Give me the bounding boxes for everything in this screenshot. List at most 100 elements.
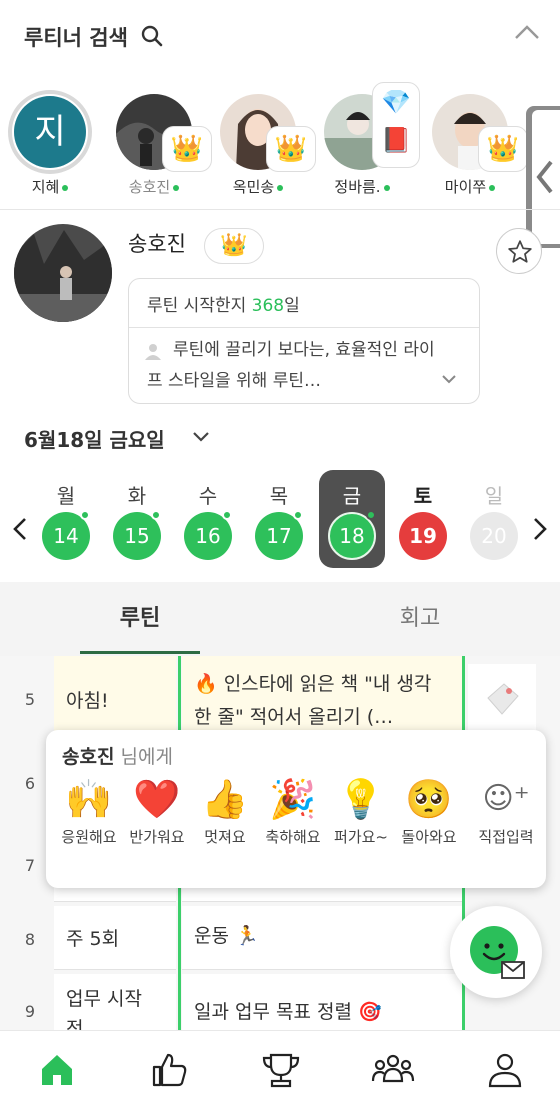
activity-dot <box>151 510 161 520</box>
friend-name: 지혜 <box>0 176 100 197</box>
divider <box>0 209 560 210</box>
bottom-nav <box>0 1030 560 1114</box>
header: 루티너 검색 <box>0 0 560 72</box>
reaction-label: 퍼가요~ <box>334 828 388 846</box>
row-number: 7 <box>24 856 36 875</box>
chevron-up-icon[interactable] <box>512 20 542 44</box>
day-fri-selected[interactable]: 금 18 <box>319 470 385 568</box>
chevron-right-icon[interactable] <box>530 516 550 542</box>
weekday-label: 월 <box>56 484 76 508</box>
online-dot <box>173 184 180 191</box>
row-number: 6 <box>24 774 36 793</box>
day-thu[interactable]: 목 17 <box>246 470 312 568</box>
table-row[interactable]: 5 아침! 🔥 인스타에 읽은 책 "내 생각 한 줄" 적어서 올리기 (… <box>0 656 560 740</box>
online-dot <box>62 184 69 191</box>
weekday-label: 수 <box>198 484 218 508</box>
reaction-cheer[interactable]: 🙌 응원해요 <box>54 774 124 884</box>
activity-dot <box>222 510 232 520</box>
reaction-comeback[interactable]: 🥺 돌아와요 <box>394 774 464 884</box>
crown-badge[interactable]: 👑 <box>204 228 264 264</box>
day-wed[interactable]: 수 16 <box>175 470 241 568</box>
profile-icon[interactable] <box>482 1047 528 1093</box>
search-icon[interactable] <box>140 24 164 48</box>
day-mon[interactable]: 월 14 <box>33 470 99 568</box>
chevron-down-icon[interactable] <box>441 373 457 385</box>
reaction-congrats[interactable]: 🎉 축하해요 <box>258 774 328 884</box>
friend-item[interactable]: 💎 📕 정바름. <box>312 82 420 204</box>
reaction-share[interactable]: 💡 퍼가요~ <box>326 774 396 884</box>
star-icon <box>508 240 532 263</box>
day-tue[interactable]: 화 15 <box>104 470 170 568</box>
friend-item[interactable]: 👑 송호진 <box>104 84 212 204</box>
active-tab-indicator <box>80 651 200 654</box>
friend-name: 송호진 <box>104 176 204 197</box>
pleading-face-icon: 🥺 <box>405 777 453 821</box>
chevron-left-icon[interactable] <box>10 516 30 542</box>
friends-strip: 지 지혜 👑 송호진 👑 옥민송 💎 📕 정바름. 👑 마이쭈 <box>0 82 560 204</box>
activity-dot <box>366 510 376 520</box>
chevron-down-icon[interactable] <box>192 430 210 444</box>
row-number: 5 <box>24 690 36 709</box>
reaction-welcome[interactable]: ❤️ 반가워요 <box>122 774 192 884</box>
favorite-button[interactable] <box>496 228 542 274</box>
profile-name: 송호진 <box>128 232 186 256</box>
party-popper-icon: 🎉 <box>269 777 317 821</box>
thumbs-up-icon[interactable] <box>146 1047 192 1093</box>
profile-bio: 루틴에 끌리기 보다는, 효율적인 라이프 스타일을 위해 루틴… <box>147 340 435 391</box>
reaction-label: 축하해요 <box>265 828 321 846</box>
friend-item-me[interactable]: 지 지혜 <box>0 84 100 204</box>
tag-icon <box>487 683 519 715</box>
friend-item[interactable]: 👑 마이쭈 <box>420 84 528 204</box>
friend-name: 정바름. <box>312 176 412 197</box>
day-number: 20 <box>470 512 518 560</box>
routine-info-card[interactable]: 루틴 시작한지 368일 루틴에 끌리기 보다는, 효율적인 라이프 스타일을 … <box>128 278 480 404</box>
reaction-great[interactable]: 👍 멋져요 <box>190 774 260 884</box>
activity-dot <box>293 510 303 520</box>
tab-routine[interactable]: 루틴 <box>40 600 240 632</box>
crown-badge: 👑 <box>266 126 316 172</box>
reaction-label: 직접입력 <box>478 828 534 846</box>
avatar: 지 <box>14 96 86 168</box>
friend-name: 옥민송 <box>208 176 308 197</box>
date-title[interactable]: 6월18일 금요일 <box>24 424 165 453</box>
online-dot <box>277 184 284 191</box>
reaction-label: 멋져요 <box>204 828 246 846</box>
row-reaction-cell[interactable] <box>468 664 536 734</box>
home-icon[interactable] <box>34 1047 80 1093</box>
light-bulb-icon: 💡 <box>337 777 385 821</box>
day-number: 19 <box>399 512 447 560</box>
smile-mail-icon <box>470 926 525 979</box>
group-icon[interactable] <box>370 1047 416 1093</box>
routine-days: 루틴 시작한지 368일 <box>147 296 300 316</box>
row-time: 주 5회 <box>54 906 176 970</box>
trophy-icon[interactable] <box>258 1047 304 1093</box>
row-time: 아침! <box>54 656 176 740</box>
row-number: 9 <box>24 1002 36 1021</box>
profile-photo[interactable] <box>14 224 112 322</box>
reaction-label: 반가워요 <box>129 828 185 846</box>
weekday-label: 화 <box>127 484 147 508</box>
thumbs-up-icon: 👍 <box>201 777 249 821</box>
day-sat[interactable]: 토 19 <box>390 470 456 568</box>
row-task: 🔥 인스타에 읽은 책 "내 생각 한 줄" 적어서 올리기 (… <box>182 656 462 740</box>
row-task: 운동 🏃 <box>182 906 462 970</box>
page-title: 루티너 검색 <box>24 26 128 50</box>
friend-item[interactable]: 👑 옥민송 <box>208 84 316 204</box>
activity-dot <box>80 510 90 520</box>
gem-book-badge: 💎 📕 <box>372 82 420 168</box>
reaction-custom[interactable]: ☺⁺ 직접입력 <box>466 774 546 884</box>
message-fab[interactable] <box>450 906 542 998</box>
friend-name: 마이쭈 <box>420 176 520 197</box>
weekday-label: 금 <box>342 484 362 508</box>
side-drawer-handle[interactable] <box>526 106 560 248</box>
online-dot <box>489 184 496 191</box>
row-number: 8 <box>24 930 36 949</box>
day-sun[interactable]: 일 20 <box>461 470 527 568</box>
crown-badge: 👑 <box>162 126 212 172</box>
tab-review[interactable]: 회고 <box>320 600 520 632</box>
popup-title: 송호진 님에게 <box>62 746 173 768</box>
heart-icon: ❤️ <box>133 777 181 821</box>
weekday-label: 토 <box>413 484 433 508</box>
crown-badge: 👑 <box>478 126 528 172</box>
weekday-label: 목 <box>269 484 289 508</box>
